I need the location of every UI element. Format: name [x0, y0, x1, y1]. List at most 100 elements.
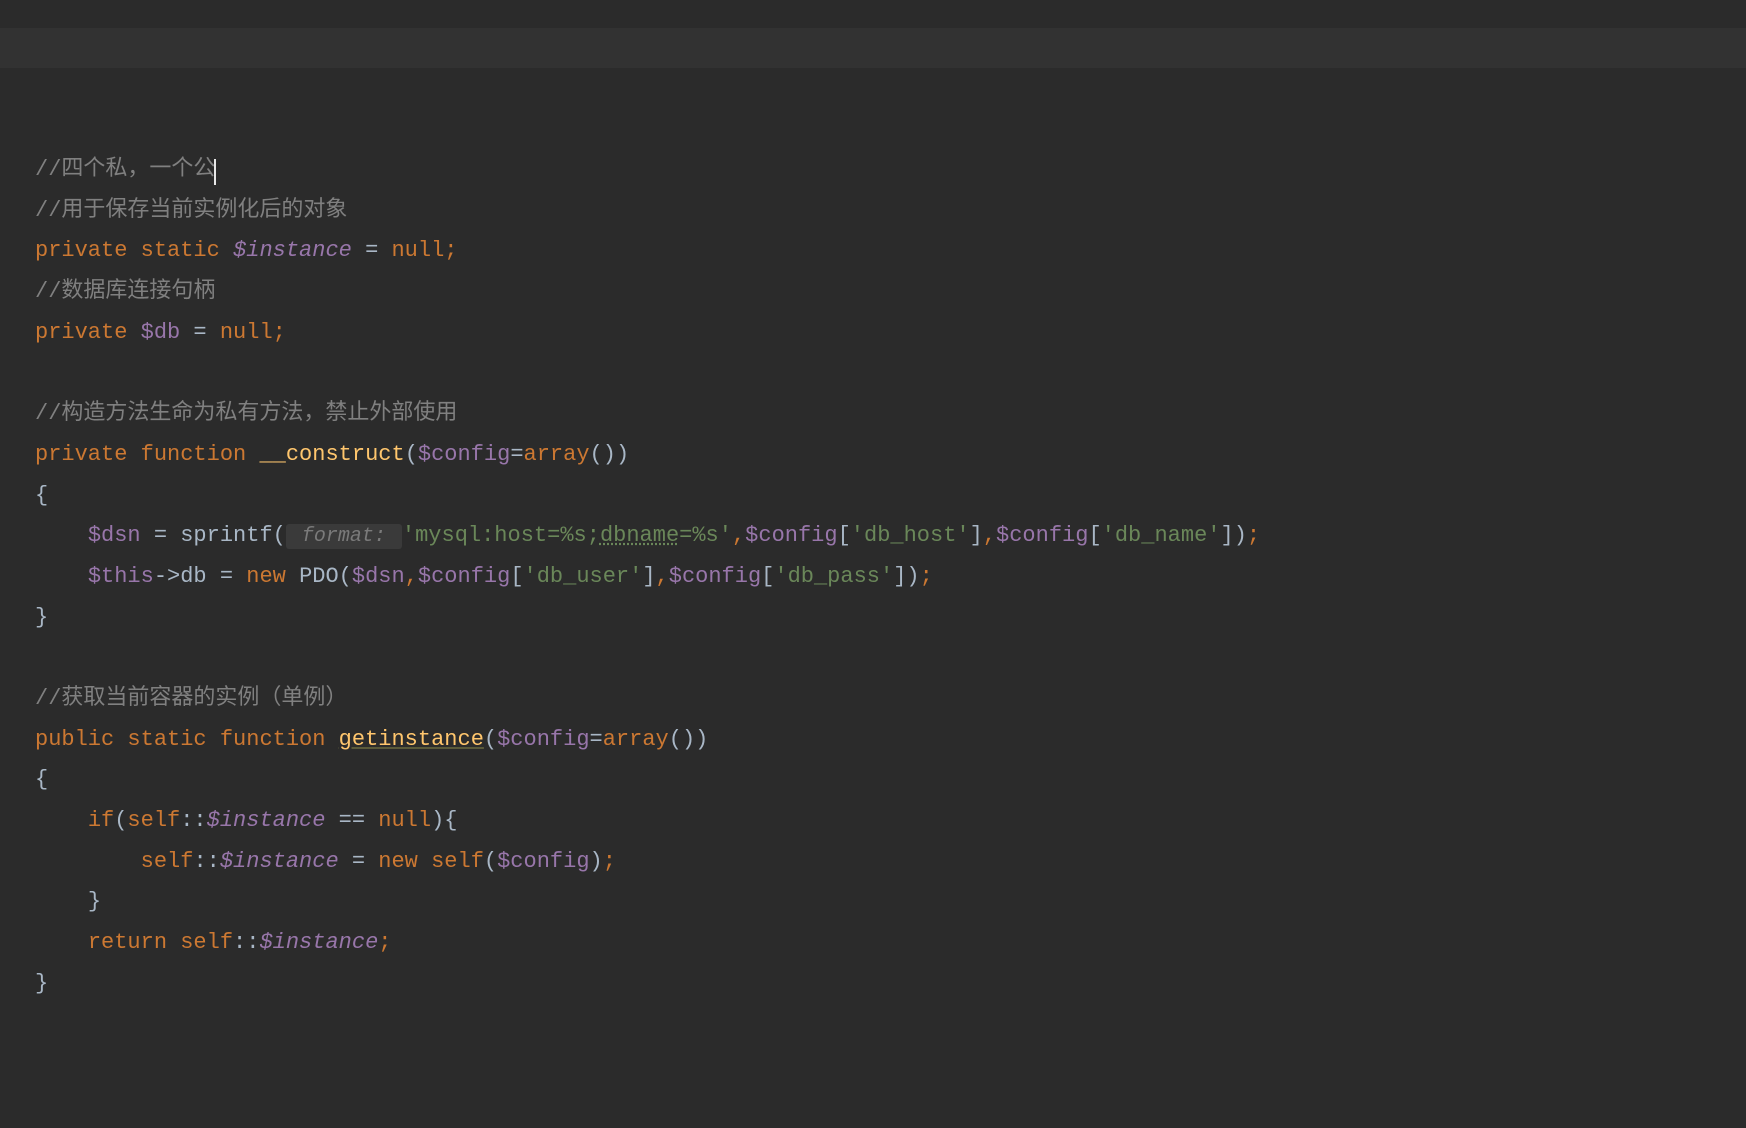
- variable: $instance: [220, 849, 339, 874]
- function-name: getinstance: [339, 727, 484, 752]
- paren: (: [339, 564, 352, 589]
- paren: ): [616, 442, 629, 467]
- parameter-hint: format:: [286, 524, 402, 549]
- variable: $config: [996, 523, 1088, 548]
- keyword-self: self: [127, 808, 180, 833]
- property: db: [180, 564, 206, 589]
- keyword-null: null: [378, 808, 431, 833]
- variable: $config: [497, 849, 589, 874]
- comma: ,: [656, 564, 669, 589]
- string: =%s': [679, 523, 732, 548]
- semicolon: ;: [1247, 523, 1260, 548]
- parens: (): [590, 442, 616, 467]
- operator: =: [590, 727, 603, 752]
- brace-open: {: [444, 808, 457, 833]
- variable: $config: [745, 523, 837, 548]
- string-key: 'db_host': [851, 523, 970, 548]
- semicolon: ;: [378, 930, 391, 955]
- keyword-array: array: [524, 442, 590, 467]
- keyword-static: static: [141, 238, 220, 263]
- semicolon: ;: [444, 238, 457, 263]
- keyword-self: self: [180, 930, 233, 955]
- variable: $dsn: [88, 523, 141, 548]
- brace-close: }: [35, 971, 48, 996]
- paren: (: [484, 849, 497, 874]
- bracket: [: [510, 564, 523, 589]
- static-separator: ::: [180, 808, 206, 833]
- keyword-self: self: [141, 849, 194, 874]
- semicolon: ;: [603, 849, 616, 874]
- operator: =: [510, 442, 523, 467]
- keyword-self: self: [431, 849, 484, 874]
- brace-close: }: [35, 605, 48, 630]
- variable: $db: [141, 320, 181, 345]
- parameter: $config: [418, 442, 510, 467]
- keyword-null: null: [391, 238, 444, 263]
- variable: $instance: [207, 808, 326, 833]
- static-separator: ::: [233, 930, 259, 955]
- paren: (: [405, 442, 418, 467]
- brace-open: {: [35, 767, 48, 792]
- paren: (: [114, 808, 127, 833]
- comment-line: //用于保存当前实例化后的对象: [35, 198, 347, 223]
- comma: ,: [983, 523, 996, 548]
- arrow-operator: ->: [154, 564, 180, 589]
- bracket: ]: [893, 564, 906, 589]
- text-cursor: [214, 159, 216, 185]
- string-key: 'db_pass': [774, 564, 893, 589]
- paren: ): [590, 849, 603, 874]
- bracket: [: [1088, 523, 1101, 548]
- paren: ): [1234, 523, 1247, 548]
- parameter: $config: [497, 727, 589, 752]
- string-key: 'db_name': [1102, 523, 1221, 548]
- paren: ): [906, 564, 919, 589]
- current-line-highlight: [0, 28, 1746, 68]
- operator: =: [339, 849, 379, 874]
- keyword-null: null: [220, 320, 273, 345]
- operator: =: [180, 320, 220, 345]
- comment-line: //获取当前容器的实例（单例）: [35, 686, 347, 711]
- paren: ): [431, 808, 444, 833]
- variable: $instance: [259, 930, 378, 955]
- variable: $config: [418, 564, 510, 589]
- semicolon: ;: [273, 320, 286, 345]
- semicolon: ;: [920, 564, 933, 589]
- keyword-function: function: [141, 442, 247, 467]
- bracket: [: [838, 523, 851, 548]
- comment-line: //四个私，一个公: [35, 157, 215, 182]
- keyword-array: array: [603, 727, 669, 752]
- parens: (): [669, 727, 695, 752]
- class-name: PDO: [299, 564, 339, 589]
- bracket: [: [761, 564, 774, 589]
- function-call: sprintf: [180, 523, 272, 548]
- keyword-static: static: [127, 727, 206, 752]
- keyword-new: new: [378, 849, 418, 874]
- keyword-new: new: [246, 564, 286, 589]
- variable: $instance: [233, 238, 352, 263]
- paren: ): [695, 727, 708, 752]
- comment-line: //构造方法生命为私有方法，禁止外部使用: [35, 401, 457, 426]
- function-name: __construct: [259, 442, 404, 467]
- comma: ,: [732, 523, 745, 548]
- variable-this: $this: [88, 564, 154, 589]
- string: dbname: [600, 523, 679, 548]
- keyword-function: function: [220, 727, 326, 752]
- variable: $dsn: [352, 564, 405, 589]
- keyword-public: public: [35, 727, 114, 752]
- operator: =: [352, 238, 392, 263]
- operator: =: [207, 564, 247, 589]
- code-content: //四个私，一个公 //用于保存当前实例化后的对象 private static…: [35, 150, 1711, 1004]
- string: 'mysql:host=%s;: [402, 523, 600, 548]
- code-editor[interactable]: //四个私，一个公 //用于保存当前实例化后的对象 private static…: [0, 0, 1746, 1073]
- brace-close: }: [88, 889, 101, 914]
- operator: =: [141, 523, 181, 548]
- keyword-return: return: [88, 930, 167, 955]
- keyword-private: private: [35, 442, 127, 467]
- bracket: ]: [642, 564, 655, 589]
- keyword-if: if: [88, 808, 114, 833]
- paren: (: [484, 727, 497, 752]
- bracket: ]: [970, 523, 983, 548]
- comma: ,: [405, 564, 418, 589]
- paren: (: [273, 523, 286, 548]
- operator: ==: [325, 808, 378, 833]
